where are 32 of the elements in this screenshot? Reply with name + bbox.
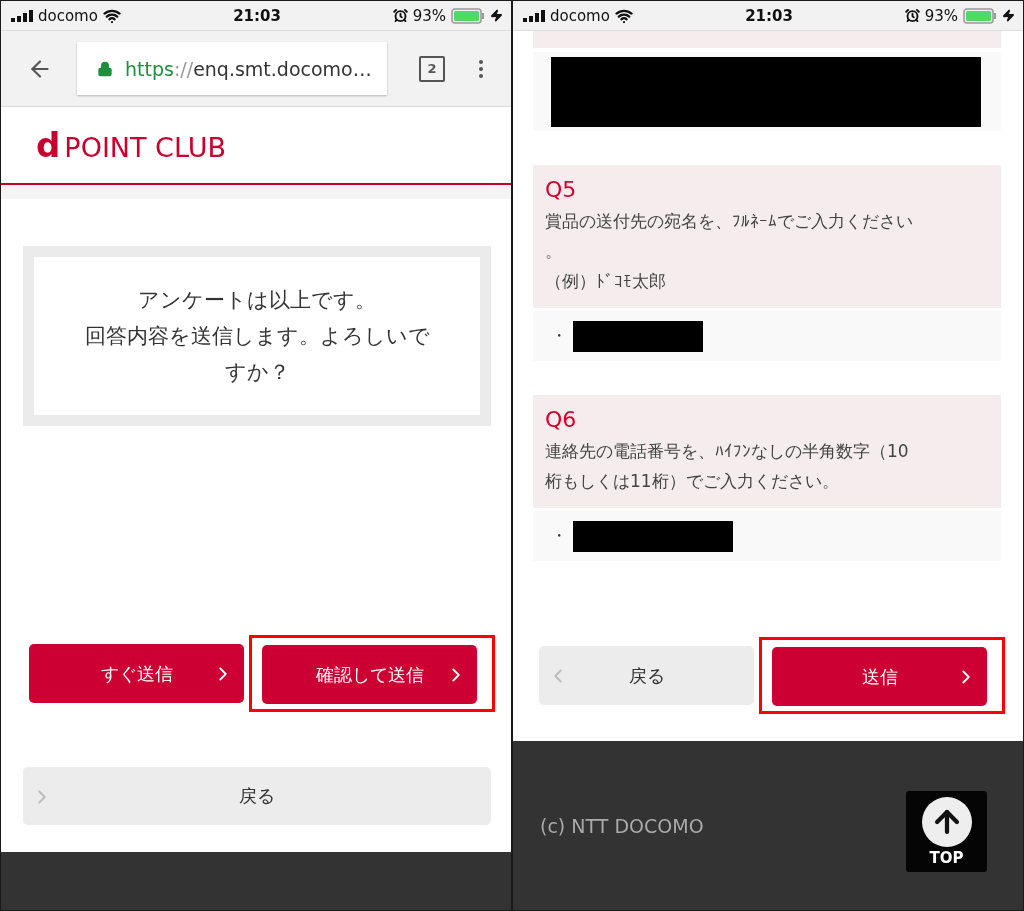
question-number: Q6 (545, 407, 578, 432)
battery-percent: 93% (924, 6, 958, 25)
carrier-name: docomo (550, 6, 610, 25)
charging-icon (490, 9, 503, 22)
question-number: Q5 (545, 177, 578, 202)
battery-percent: 93% (412, 6, 446, 25)
charging-icon (1002, 9, 1015, 22)
question-text: 連絡先の電話番号を、ﾊｲﾌﾝなしの半角数字（10 桁もしくは11桁）でご入力ください。 (545, 440, 910, 493)
carrier-name: docomo (38, 6, 98, 25)
page-top-button[interactable]: TOP (906, 791, 987, 872)
question-text: 賞品の送付先の宛名を、ﾌﾙﾈｰﾑでご入力ください 。 （例）ﾄﾞｺﾓ太郎 (545, 210, 914, 293)
battery-icon (451, 7, 485, 24)
signal-icon (11, 9, 33, 22)
submit-button[interactable]: 確認して送信 (262, 645, 477, 704)
url-field[interactable]: https://enq.smt.docomo… (77, 42, 387, 95)
submit-button[interactable]: 送信 (772, 647, 987, 706)
alarm-icon (904, 8, 920, 23)
copyright-text: (c) NTT DOCOMO (540, 814, 704, 837)
back-button[interactable]: 戻る (23, 767, 491, 825)
submit-button[interactable]: すぐ送信 (29, 644, 244, 703)
lock-icon (97, 60, 113, 77)
battery-icon (963, 7, 997, 24)
answer-bullet: ・ (551, 325, 567, 347)
alarm-icon (392, 8, 408, 23)
back-button[interactable]: 戻る (539, 646, 754, 705)
tab-count[interactable]: 2 (419, 55, 445, 82)
clock-time: 21:03 (233, 6, 281, 25)
answer-bullet: ・ (551, 525, 567, 547)
logo: d POINT CLUB (36, 125, 226, 165)
clock-time: 21:03 (745, 6, 793, 25)
signal-icon (523, 9, 545, 22)
message-text: アンケートは以上です。 回答内容を送信します。よろしいで すか？ (34, 257, 480, 415)
